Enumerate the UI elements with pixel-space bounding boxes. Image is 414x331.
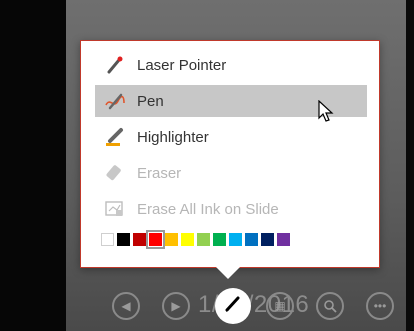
color-swatch-green[interactable] (213, 233, 226, 246)
color-swatch-dark-blue[interactable] (261, 233, 274, 246)
color-swatch-blue[interactable] (245, 233, 258, 246)
ink-color-palette (101, 230, 290, 249)
color-swatch-light-blue[interactable] (229, 233, 242, 246)
menu-item-laser-pointer[interactable]: Laser Pointer (95, 49, 367, 81)
previous-icon[interactable]: ◀ (112, 292, 140, 320)
left-dark-area (0, 0, 66, 331)
next-icon[interactable]: ▶ (162, 292, 190, 320)
color-swatch-black[interactable] (117, 233, 130, 246)
menu-item-label: Eraser (137, 164, 182, 182)
pen-icon (223, 294, 243, 319)
eraser-icon (103, 161, 127, 185)
menu-item-label: Pen (137, 92, 164, 110)
highlighter-icon (103, 125, 127, 149)
pen-icon (103, 89, 127, 113)
more-options-icon[interactable]: ••• (366, 292, 394, 320)
color-swatch-white[interactable] (101, 233, 114, 246)
color-swatch-dark-red[interactable] (133, 233, 146, 246)
slideshow-toolbar: ◀ ▶ 1/25/2016 ▦ ••• (112, 288, 408, 326)
pen-tool-button[interactable] (215, 288, 251, 324)
pointer-options-menu: Laser Pointer Pen Highlighter Eraser Era… (80, 40, 380, 268)
zoom-icon[interactable] (316, 292, 344, 320)
erase-all-icon (103, 197, 127, 221)
right-dark-edge (406, 0, 414, 331)
laser-pointer-icon (103, 53, 127, 77)
menu-caret (216, 267, 240, 279)
menu-item-label: Laser Pointer (137, 56, 227, 74)
color-swatch-purple[interactable] (277, 233, 290, 246)
color-swatch-red[interactable] (146, 230, 165, 249)
menu-item-eraser[interactable]: Eraser (95, 157, 367, 189)
color-swatch-orange[interactable] (165, 233, 178, 246)
color-swatch-yellow[interactable] (181, 233, 194, 246)
color-swatch-light-green[interactable] (197, 233, 210, 246)
menu-item-label: Erase All Ink on Slide (137, 200, 279, 218)
mouse-cursor-icon (318, 99, 334, 129)
menu-item-erase-all-ink[interactable]: Erase All Ink on Slide (95, 193, 367, 225)
menu-item-label: Highlighter (137, 128, 209, 146)
see-all-slides-icon[interactable]: ▦ (266, 292, 294, 320)
